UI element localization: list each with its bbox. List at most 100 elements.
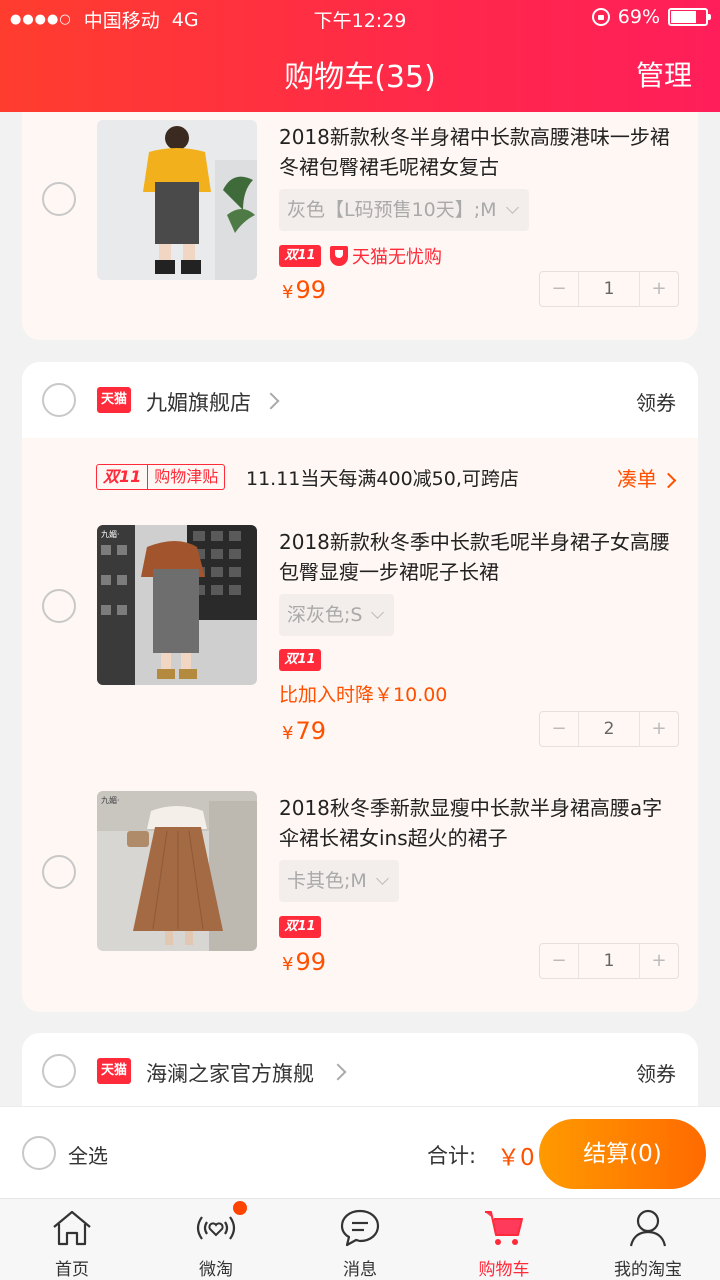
- price-value: 79: [295, 717, 326, 745]
- product-title[interactable]: 2018新款秋冬半身裙中长款高腰港味一步裙冬裙包臀裙毛呢裙女复古: [279, 122, 679, 182]
- spec-label: 灰色【L码预售10天】;M: [287, 199, 497, 221]
- weitao-icon: [196, 1216, 236, 1240]
- cart-icon: [485, 1211, 523, 1245]
- promo-row: 双11 购物津贴 11.11当天每满400减50,可跨店 凑单: [22, 438, 698, 491]
- tab-home[interactable]: 首页: [0, 1199, 144, 1280]
- spec-label: 卡其色;M: [287, 870, 367, 892]
- chevron-right-icon: [262, 392, 280, 410]
- coupon-button[interactable]: 领券: [636, 387, 676, 416]
- quantity-stepper[interactable]: − 1 +: [539, 943, 679, 979]
- decrease-button[interactable]: −: [540, 712, 578, 746]
- quantity-stepper[interactable]: − 2 +: [539, 711, 679, 747]
- tab-cart[interactable]: 购物车: [432, 1199, 576, 1280]
- battery-percent: 69%: [617, 6, 660, 28]
- manage-button[interactable]: 管理: [636, 54, 692, 94]
- store-name[interactable]: 九媚旗舰店: [146, 387, 251, 417]
- price-drop-note: 比加入时降￥10.00: [279, 684, 448, 706]
- tab-label: 我的淘宝: [614, 1260, 682, 1280]
- profile-icon: [629, 1209, 667, 1247]
- app-header: ●●●●○ 中国移动 4G 下午12:29 69% 购物车(35) 管理: [0, 0, 720, 112]
- quantity-value[interactable]: 1: [578, 272, 640, 306]
- message-icon: [340, 1209, 380, 1247]
- double11-badge: 双11: [279, 649, 321, 671]
- product-image[interactable]: 九媚·: [97, 525, 257, 685]
- store-header[interactable]: 天猫 海澜之家官方旗舰 领券: [22, 1033, 698, 1106]
- decrease-button[interactable]: −: [540, 944, 578, 978]
- store-header[interactable]: 天猫 九媚旗舰店 领券: [22, 362, 698, 438]
- spec-selector[interactable]: 卡其色;M: [279, 860, 399, 902]
- rotation-lock-icon: [591, 8, 610, 26]
- coupon-button[interactable]: 领券: [636, 1058, 676, 1087]
- cart-item-card: 2018新款秋冬半身裙中长款高腰港味一步裙冬裙包臀裙毛呢裙女复古 灰色【L码预售…: [22, 112, 698, 340]
- tab-label: 首页: [55, 1260, 89, 1280]
- notification-dot: [233, 1201, 247, 1215]
- spec-selector[interactable]: 灰色【L码预售10天】;M: [279, 189, 529, 231]
- product-image[interactable]: 九媚·: [97, 791, 257, 951]
- store-checkbox[interactable]: [42, 383, 76, 417]
- spec-selector[interactable]: 深灰色;S: [279, 594, 395, 636]
- item-checkbox[interactable]: [42, 182, 76, 216]
- item-checkbox[interactable]: [42, 589, 76, 623]
- cart-list[interactable]: 2018新款秋冬半身裙中长款高腰港味一步裙冬裙包臀裙毛呢裙女复古 灰色【L码预售…: [0, 112, 720, 1106]
- quantity-stepper[interactable]: − 1 +: [539, 271, 679, 307]
- chevron-down-icon: [375, 872, 389, 885]
- select-all-label[interactable]: 全选: [68, 1140, 108, 1169]
- tmall-worryfree-badge: 天猫无忧购: [330, 243, 442, 269]
- store-card: 天猫 海澜之家官方旗舰 领券: [22, 1033, 698, 1106]
- tab-bar: 首页 微淘 消息 购物车 我的淘宝: [0, 1198, 720, 1280]
- chevron-right-icon: [329, 1063, 347, 1081]
- shopping-allowance-tag: 双11 购物津贴: [96, 464, 226, 490]
- tab-messages[interactable]: 消息: [288, 1199, 432, 1280]
- store-card: 天猫 九媚旗舰店 领券 双11 购物津贴 11.11当天每满400减50,可跨店…: [22, 362, 698, 1012]
- price-value: 99: [295, 276, 326, 304]
- double11-badge: 双11: [279, 245, 321, 267]
- page-title: 购物车(35): [284, 60, 436, 95]
- decrease-button[interactable]: −: [540, 272, 578, 306]
- tab-profile[interactable]: 我的淘宝: [576, 1199, 720, 1280]
- product-price: ¥79: [282, 717, 326, 745]
- price-value: 99: [295, 948, 326, 976]
- select-all-checkbox[interactable]: [22, 1136, 56, 1170]
- svg-text:九媚·: 九媚·: [101, 529, 120, 539]
- tab-weitao[interactable]: 微淘: [144, 1199, 288, 1280]
- product-title[interactable]: 2018新款秋冬季中长款毛呢半身裙子女高腰包臀显瘦一步裙呢子长裙: [279, 527, 679, 587]
- store-checkbox[interactable]: [42, 1054, 76, 1088]
- item-checkbox[interactable]: [42, 855, 76, 889]
- home-icon: [53, 1210, 91, 1246]
- product-price: ¥99: [282, 276, 326, 304]
- tab-label: 购物车: [478, 1260, 530, 1280]
- svg-text:九媚·: 九媚·: [101, 795, 120, 805]
- chevron-right-icon: [660, 472, 677, 489]
- checkout-bar: 全选 合计: ￥0 结算(0): [0, 1106, 720, 1198]
- checkout-button[interactable]: 结算(0): [539, 1119, 706, 1189]
- double11-badge: 双11: [279, 916, 321, 938]
- increase-button[interactable]: +: [640, 944, 678, 978]
- status-bar: ●●●●○ 中国移动 4G 下午12:29 69%: [0, 0, 720, 36]
- spec-label: 深灰色;S: [287, 604, 363, 626]
- tmall-icon: 天猫: [97, 1058, 131, 1084]
- tab-label: 消息: [343, 1260, 377, 1280]
- promo-text: 11.11当天每满400减50,可跨店: [246, 468, 519, 490]
- quantity-value[interactable]: 1: [578, 944, 640, 978]
- total-value: ￥0: [497, 1145, 535, 1171]
- increase-button[interactable]: +: [640, 272, 678, 306]
- tab-label: 微淘: [199, 1260, 233, 1280]
- product-price: ¥99: [282, 948, 326, 976]
- store-name[interactable]: 海澜之家官方旗舰: [146, 1058, 314, 1088]
- currency-symbol: ¥: [282, 723, 294, 744]
- product-title[interactable]: 2018秋冬季新款显瘦中长款半身裙高腰a字伞裙长裙女ins超火的裙子: [279, 793, 679, 853]
- total-label: 合计:: [427, 1144, 477, 1168]
- promo-d11: 双11: [97, 465, 149, 489]
- battery-icon: [668, 8, 711, 26]
- add-on-link[interactable]: 凑单: [617, 463, 677, 492]
- shield-icon: [330, 246, 348, 266]
- currency-symbol: ¥: [282, 954, 294, 975]
- chevron-down-icon: [505, 201, 519, 214]
- increase-button[interactable]: +: [640, 712, 678, 746]
- worryfree-label: 天猫无忧购: [352, 247, 442, 268]
- chevron-down-icon: [371, 606, 385, 619]
- currency-symbol: ¥: [282, 282, 294, 303]
- quantity-value[interactable]: 2: [578, 712, 640, 746]
- product-image[interactable]: [97, 120, 257, 280]
- add-on-label: 凑单: [617, 467, 657, 491]
